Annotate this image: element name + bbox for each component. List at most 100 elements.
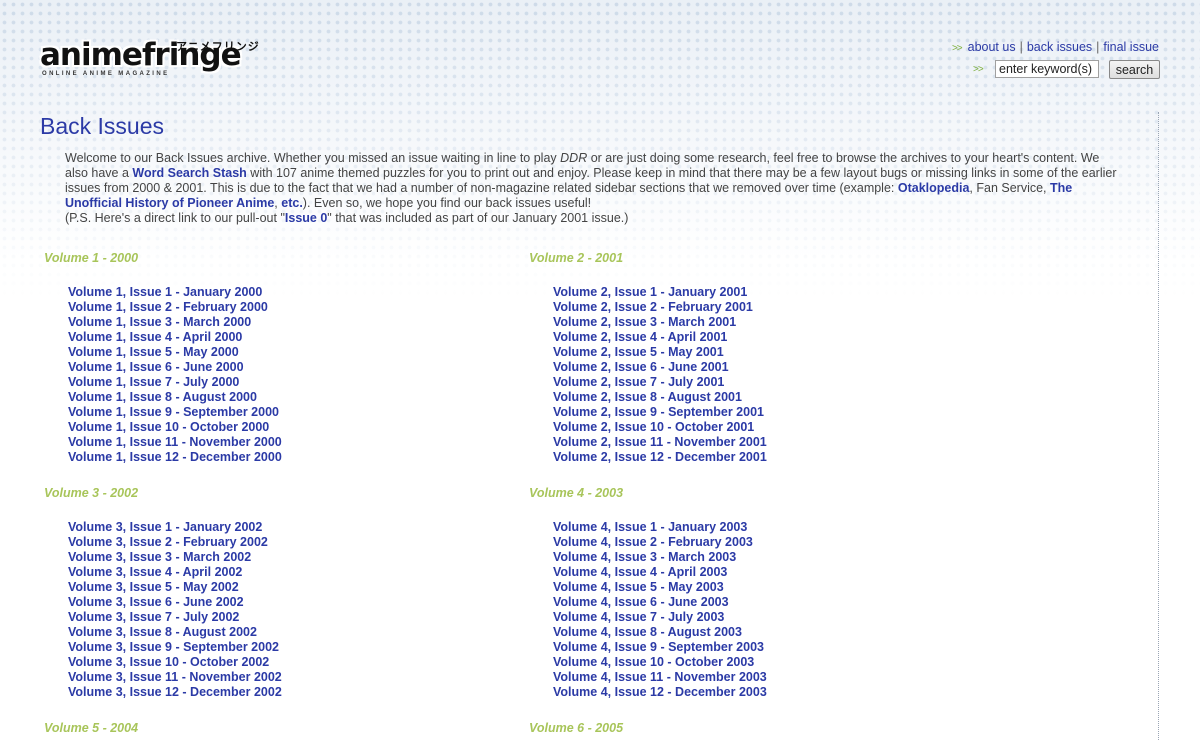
nav-back-issues-link[interactable]: back issues: [1027, 40, 1092, 54]
volume-section: Volume 5 - 2004: [44, 721, 464, 754]
list-item: Volume 1, Issue 11 - November 2000: [68, 434, 464, 449]
issue-link[interactable]: Volume 3, Issue 4 - April 2002: [68, 565, 242, 579]
intro-text-part: ). Even so, we hope you find our back is…: [302, 196, 592, 210]
issue-link[interactable]: Volume 2, Issue 8 - August 2001: [553, 390, 742, 404]
list-item: Volume 2, Issue 10 - October 2001: [553, 419, 949, 434]
issue-link[interactable]: Volume 2, Issue 7 - July 2001: [553, 375, 724, 389]
issue-link[interactable]: Volume 4, Issue 5 - May 2003: [553, 580, 724, 594]
issue-0-link[interactable]: Issue 0: [285, 211, 327, 225]
issue-link[interactable]: Volume 4, Issue 11 - November 2003: [553, 670, 767, 684]
issue-link[interactable]: Volume 2, Issue 3 - March 2001: [553, 315, 736, 329]
otaklopedia-link[interactable]: Otaklopedia: [898, 181, 970, 195]
issue-link[interactable]: Volume 2, Issue 2 - February 2001: [553, 300, 753, 314]
issue-link[interactable]: Volume 4, Issue 10 - October 2003: [553, 655, 754, 669]
volume-heading: Volume 2 - 2001: [529, 251, 624, 265]
volume-section: Volume 6 - 2005: [529, 721, 949, 754]
search-button[interactable]: search: [1109, 60, 1160, 79]
top-navigation: >> about us | back issues | final issue: [952, 40, 1159, 54]
list-item: Volume 2, Issue 6 - June 2001: [553, 359, 949, 374]
issue-link[interactable]: Volume 3, Issue 12 - December 2002: [68, 685, 282, 699]
list-item: Volume 1, Issue 9 - September 2000: [68, 404, 464, 419]
volume-heading: Volume 6 - 2005: [529, 721, 624, 735]
issue-link[interactable]: Volume 1, Issue 3 - March 2000: [68, 315, 251, 329]
issue-list: Volume 3, Issue 1 - January 2002 Volume …: [44, 519, 464, 699]
issue-link[interactable]: Volume 2, Issue 5 - May 2001: [553, 345, 724, 359]
list-item: Volume 4, Issue 9 - September 2003: [553, 639, 949, 654]
issue-link[interactable]: Volume 4, Issue 2 - February 2003: [553, 535, 753, 549]
issue-link[interactable]: Volume 3, Issue 3 - March 2002: [68, 550, 251, 564]
issue-link[interactable]: Volume 2, Issue 9 - September 2001: [553, 405, 764, 419]
etc-link[interactable]: etc.: [281, 196, 303, 210]
word-search-stash-link[interactable]: Word Search Stash: [132, 166, 246, 180]
issue-link[interactable]: Volume 4, Issue 4 - April 2003: [553, 565, 727, 579]
list-item: Volume 3, Issue 7 - July 2002: [68, 609, 464, 624]
list-item: Volume 3, Issue 2 - February 2002: [68, 534, 464, 549]
issue-link[interactable]: Volume 1, Issue 2 - February 2000: [68, 300, 268, 314]
issue-link[interactable]: Volume 1, Issue 1 - January 2000: [68, 285, 262, 299]
issue-link[interactable]: Volume 4, Issue 8 - August 2003: [553, 625, 742, 639]
issue-link[interactable]: Volume 3, Issue 5 - May 2002: [68, 580, 239, 594]
issue-link[interactable]: Volume 1, Issue 9 - September 2000: [68, 405, 279, 419]
issue-link[interactable]: Volume 3, Issue 1 - January 2002: [68, 520, 262, 534]
list-item: Volume 1, Issue 7 - July 2000: [68, 374, 464, 389]
issue-link[interactable]: Volume 3, Issue 8 - August 2002: [68, 625, 257, 639]
nav-about-us-link[interactable]: about us: [968, 40, 1016, 54]
issue-link[interactable]: Volume 3, Issue 6 - June 2002: [68, 595, 244, 609]
issue-link[interactable]: Volume 1, Issue 11 - November 2000: [68, 435, 282, 449]
nav-separator: |: [1096, 40, 1100, 54]
list-item: Volume 2, Issue 2 - February 2001: [553, 299, 949, 314]
issue-link[interactable]: Volume 1, Issue 5 - May 2000: [68, 345, 239, 359]
issue-link[interactable]: Volume 3, Issue 2 - February 2002: [68, 535, 268, 549]
issue-link[interactable]: Volume 4, Issue 12 - December 2003: [553, 685, 767, 699]
issue-link[interactable]: Volume 2, Issue 4 - April 2001: [553, 330, 727, 344]
list-item: Volume 4, Issue 6 - June 2003: [553, 594, 949, 609]
volume-section: Volume 4 - 2003 Volume 4, Issue 1 - Janu…: [529, 486, 949, 699]
issue-link[interactable]: Volume 1, Issue 10 - October 2000: [68, 420, 269, 434]
list-item: Volume 1, Issue 1 - January 2000: [68, 284, 464, 299]
issue-link[interactable]: Volume 3, Issue 7 - July 2002: [68, 610, 239, 624]
list-item: Volume 4, Issue 12 - December 2003: [553, 684, 949, 699]
list-item: Volume 1, Issue 4 - April 2000: [68, 329, 464, 344]
issue-link[interactable]: Volume 1, Issue 6 - June 2000: [68, 360, 244, 374]
list-item: Volume 2, Issue 3 - March 2001: [553, 314, 949, 329]
list-item: Volume 3, Issue 12 - December 2002: [68, 684, 464, 699]
issue-link[interactable]: Volume 3, Issue 10 - October 2002: [68, 655, 269, 669]
nav-final-issue-link[interactable]: final issue: [1103, 40, 1159, 54]
issue-list: Volume 4, Issue 1 - January 2003 Volume …: [529, 519, 949, 699]
issue-link[interactable]: Volume 3, Issue 11 - November 2002: [68, 670, 282, 684]
list-item: Volume 2, Issue 7 - July 2001: [553, 374, 949, 389]
list-item: Volume 4, Issue 7 - July 2003: [553, 609, 949, 624]
ps-text-part: " that was included as part of our Janua…: [327, 211, 629, 225]
issue-link[interactable]: Volume 4, Issue 1 - January 2003: [553, 520, 747, 534]
issue-link[interactable]: Volume 1, Issue 4 - April 2000: [68, 330, 242, 344]
issue-link[interactable]: Volume 3, Issue 9 - September 2002: [68, 640, 279, 654]
issue-link[interactable]: Volume 2, Issue 10 - October 2001: [553, 420, 754, 434]
volume-section: Volume 2 - 2001 Volume 2, Issue 1 - Janu…: [529, 251, 949, 464]
issue-link[interactable]: Volume 1, Issue 8 - August 2000: [68, 390, 257, 404]
list-item: Volume 4, Issue 4 - April 2003: [553, 564, 949, 579]
issue-link[interactable]: Volume 2, Issue 12 - December 2001: [553, 450, 767, 464]
list-item: Volume 3, Issue 3 - March 2002: [68, 549, 464, 564]
volume-section: Volume 3 - 2002 Volume 3, Issue 1 - Janu…: [44, 486, 464, 699]
list-item: Volume 4, Issue 2 - February 2003: [553, 534, 949, 549]
issue-link[interactable]: Volume 2, Issue 11 - November 2001: [553, 435, 767, 449]
search-input[interactable]: [995, 60, 1099, 78]
volume-heading: Volume 1 - 2000: [44, 251, 139, 265]
list-item: Volume 3, Issue 9 - September 2002: [68, 639, 464, 654]
volume-heading: Volume 4 - 2003: [529, 486, 624, 500]
issue-link[interactable]: Volume 2, Issue 1 - January 2001: [553, 285, 747, 299]
issue-link[interactable]: Volume 4, Issue 9 - September 2003: [553, 640, 764, 654]
issue-link[interactable]: Volume 2, Issue 6 - June 2001: [553, 360, 729, 374]
issue-link[interactable]: Volume 4, Issue 3 - March 2003: [553, 550, 736, 564]
issue-link[interactable]: Volume 4, Issue 6 - June 2003: [553, 595, 729, 609]
list-item: Volume 2, Issue 8 - August 2001: [553, 389, 949, 404]
site-logo[interactable]: animefringe アニメフリンジ ONLINE ANIME MAGAZIN…: [40, 38, 300, 82]
issue-link[interactable]: Volume 4, Issue 7 - July 2003: [553, 610, 724, 624]
list-item: Volume 1, Issue 5 - May 2000: [68, 344, 464, 359]
list-item: Volume 1, Issue 12 - December 2000: [68, 449, 464, 464]
search-arrow-icon: >>: [973, 64, 984, 75]
list-item: Volume 2, Issue 5 - May 2001: [553, 344, 949, 359]
issue-link[interactable]: Volume 1, Issue 7 - July 2000: [68, 375, 239, 389]
search-bar: >> search: [973, 60, 1160, 80]
issue-link[interactable]: Volume 1, Issue 12 - December 2000: [68, 450, 282, 464]
